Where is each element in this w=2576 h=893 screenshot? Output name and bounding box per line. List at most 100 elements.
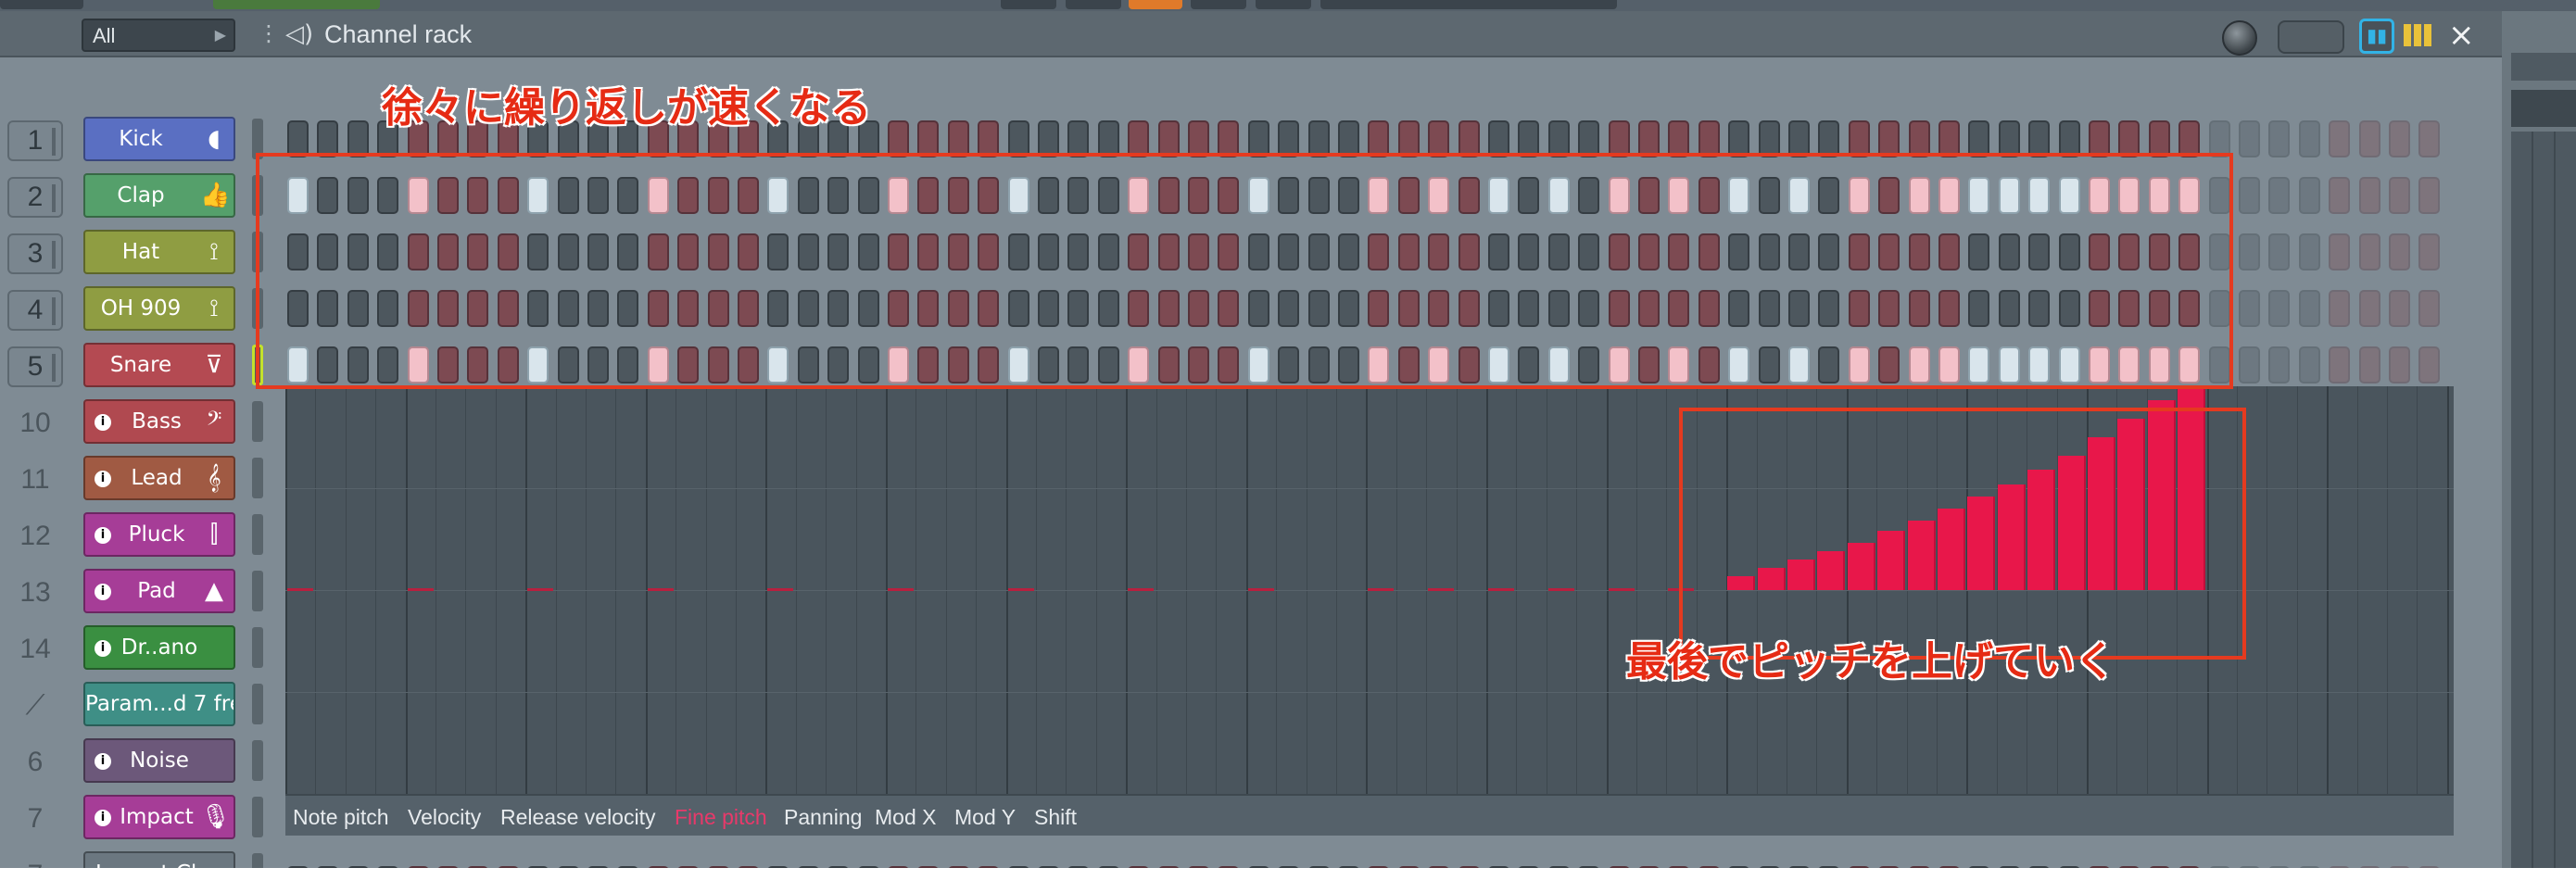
step-sequencer-icon[interactable]: [2404, 24, 2431, 46]
close-icon[interactable]: ×: [2448, 17, 2475, 54]
channel-button[interactable]: i Pluck ⫿: [83, 512, 235, 557]
step-pad[interactable]: [2058, 120, 2080, 157]
step-pad[interactable]: [2298, 177, 2320, 214]
fine-pitch-marker[interactable]: [1007, 588, 1034, 591]
channel-number[interactable]: 12: [7, 516, 63, 557]
step-pad[interactable]: [1638, 120, 1660, 157]
channel-number[interactable]: 7: [7, 799, 63, 839]
channel-number[interactable]: 5: [7, 346, 63, 387]
step-pad[interactable]: [1758, 120, 1780, 157]
step-pad[interactable]: [2418, 346, 2441, 384]
step-pad[interactable]: [2268, 120, 2291, 157]
graph-tab[interactable]: Note pitch: [293, 805, 389, 830]
step-pad[interactable]: [1547, 120, 1570, 157]
step-pad[interactable]: [2358, 120, 2380, 157]
step-pad[interactable]: [1428, 120, 1450, 157]
fine-pitch-marker[interactable]: [407, 588, 434, 591]
fine-pitch-marker[interactable]: [888, 588, 914, 591]
fine-pitch-marker[interactable]: [647, 588, 674, 591]
channel-button[interactable]: i Pad ▲: [83, 569, 235, 613]
step-pad[interactable]: [2389, 177, 2410, 214]
channel-button[interactable]: Snare ⊽: [83, 343, 235, 387]
step-pad[interactable]: [2268, 177, 2291, 214]
menu-dots-icon[interactable]: ⋮: [258, 20, 280, 46]
step-pad[interactable]: [1097, 120, 1119, 157]
step-pad[interactable]: [1278, 120, 1300, 157]
channel-button[interactable]: i Lead 𝄞: [83, 456, 235, 500]
step-pad[interactable]: [2329, 233, 2351, 270]
step-pad[interactable]: [2418, 120, 2441, 157]
step-pad[interactable]: [978, 120, 1000, 157]
channel-number[interactable]: 10: [7, 403, 63, 444]
automation-icon[interactable]: ⟋: [7, 685, 63, 726]
step-pad[interactable]: [2178, 120, 2201, 157]
step-pad[interactable]: [1307, 120, 1330, 157]
step-pad[interactable]: [2298, 233, 2320, 270]
step-pad[interactable]: [2389, 120, 2410, 157]
step-pad[interactable]: [2358, 233, 2380, 270]
step-pad[interactable]: [1188, 120, 1209, 157]
step-pad[interactable]: [1698, 120, 1720, 157]
step-pad[interactable]: [1998, 120, 2020, 157]
step-pad[interactable]: [888, 120, 909, 157]
step-pad[interactable]: [2239, 290, 2260, 327]
channel-number[interactable]: 3: [7, 233, 63, 274]
fine-pitch-marker[interactable]: [1488, 588, 1514, 591]
step-pad[interactable]: [1067, 120, 1090, 157]
channel-filter-select[interactable]: All ▶: [82, 19, 235, 52]
graph-tab[interactable]: Mod Y: [954, 805, 1016, 830]
step-pad[interactable]: [1848, 120, 1870, 157]
fine-pitch-marker[interactable]: [1608, 588, 1635, 591]
channel-button[interactable]: i Impact 🎙: [83, 795, 235, 839]
step-pad[interactable]: [2329, 120, 2351, 157]
channel-number[interactable]: 11: [7, 459, 63, 500]
step-pad[interactable]: [1218, 120, 1240, 157]
channel-number[interactable]: 1: [7, 120, 63, 161]
mixer-track-slot[interactable]: [252, 401, 263, 442]
graph-editor-icon[interactable]: ▮▮: [2359, 19, 2394, 54]
step-pad[interactable]: [317, 120, 339, 157]
channel-button[interactable]: Clap 👍: [83, 173, 235, 218]
mixer-track-slot[interactable]: [252, 797, 263, 837]
fine-pitch-marker[interactable]: [527, 588, 554, 591]
fine-pitch-marker[interactable]: [1128, 588, 1155, 591]
graph-tab[interactable]: Mod X: [875, 805, 936, 830]
step-pad[interactable]: [2148, 120, 2170, 157]
step-pad[interactable]: [1788, 120, 1810, 157]
step-pad[interactable]: [1728, 120, 1750, 157]
step-pad[interactable]: [2329, 346, 2351, 384]
step-pad[interactable]: [2268, 346, 2291, 384]
step-pad[interactable]: [1578, 120, 1600, 157]
mixer-track-slot[interactable]: [252, 571, 263, 611]
step-pad[interactable]: [2089, 120, 2110, 157]
step-pad[interactable]: [2239, 233, 2260, 270]
step-pad[interactable]: [1908, 120, 1930, 157]
fine-pitch-marker[interactable]: [287, 588, 313, 591]
step-pad[interactable]: [2389, 346, 2410, 384]
channel-button[interactable]: i Noise: [83, 738, 235, 783]
graph-tab[interactable]: Fine pitch: [675, 805, 767, 830]
step-pad[interactable]: [2239, 177, 2260, 214]
step-pad[interactable]: [2118, 120, 2140, 157]
step-pad[interactable]: [1128, 120, 1150, 157]
mixer-track-slot[interactable]: [252, 458, 263, 498]
swing-slider[interactable]: [2278, 20, 2344, 54]
fine-pitch-marker[interactable]: [1368, 588, 1395, 591]
channel-button[interactable]: OH 909 ⟟: [83, 286, 235, 331]
fine-pitch-marker[interactable]: [1547, 588, 1574, 591]
channel-button[interactable]: i Dr..ano: [83, 625, 235, 670]
speaker-icon[interactable]: ◁): [285, 20, 313, 48]
step-pad[interactable]: [2298, 346, 2320, 384]
step-pad[interactable]: [2268, 233, 2291, 270]
step-pad[interactable]: [2239, 120, 2260, 157]
step-pad[interactable]: [2358, 346, 2380, 384]
graph-tab[interactable]: Shift: [1034, 805, 1077, 830]
step-pad[interactable]: [2418, 177, 2441, 214]
step-pad[interactable]: [2298, 290, 2320, 327]
step-pad[interactable]: [2389, 290, 2410, 327]
channel-number[interactable]: 2: [7, 177, 63, 218]
mixer-track-slot[interactable]: [252, 514, 263, 555]
step-pad[interactable]: [1247, 120, 1269, 157]
fine-pitch-marker[interactable]: [1247, 588, 1274, 591]
step-pad[interactable]: [2358, 290, 2380, 327]
